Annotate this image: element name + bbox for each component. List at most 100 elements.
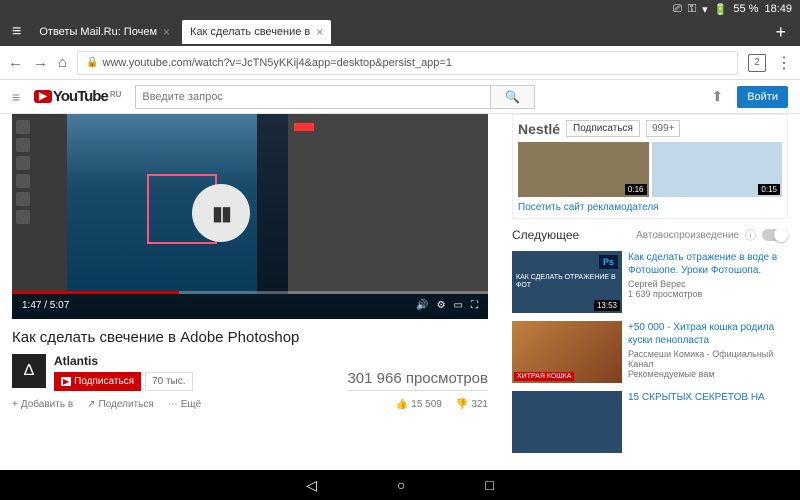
- yt-play-icon: ▶: [34, 90, 52, 103]
- ad-link[interactable]: Посетить сайт рекламодателя: [518, 202, 782, 213]
- wifi-icon: ▾: [702, 3, 708, 16]
- channel-avatar[interactable]: Δ: [12, 354, 46, 388]
- duration-badge: 13:53: [594, 300, 620, 311]
- new-tab-button[interactable]: +: [767, 22, 794, 43]
- close-icon[interactable]: ×: [316, 25, 323, 39]
- ad-thumbnail[interactable]: 0:16: [518, 142, 649, 197]
- browser-url-bar: ← → ⌂ 🔒 www.youtube.com/watch?v=JcTN5yKK…: [0, 46, 800, 80]
- photoshop-panels: [288, 114, 488, 294]
- thumbs-up-icon: 👍: [396, 399, 408, 410]
- ad-subscribe-button[interactable]: Подписаться: [566, 120, 640, 137]
- home-nav-icon[interactable]: ○: [397, 477, 405, 493]
- tab-active[interactable]: Как сделать свечение в ×: [182, 20, 331, 44]
- main-column: ▮▮ 1:47 / 5:07 🔊 ⚙ ▭ ⛶ Как сделать свече…: [0, 114, 500, 500]
- hamburger-icon[interactable]: ≡: [6, 23, 27, 41]
- share-button[interactable]: ↗Поделиться: [87, 399, 154, 410]
- rec-title: +50 000 - Хитрая кошка родила куски пено…: [628, 321, 788, 347]
- thumb-overlay: КАК СДЕЛАТЬ ОТРАЖЕНИЕ В ФОТ: [512, 270, 622, 295]
- fullscreen-icon[interactable]: ⛶: [471, 300, 478, 311]
- rec-views: 1 639 просмотров: [628, 289, 788, 299]
- tab-title: Как сделать свечение в: [190, 26, 310, 38]
- player-controls: 1:47 / 5:07 🔊 ⚙ ▭ ⛶: [12, 291, 488, 319]
- thumbs-down-icon: 👎: [456, 399, 468, 410]
- info-icon[interactable]: ⓘ: [745, 227, 756, 243]
- photoshop-toolbar: [12, 114, 67, 294]
- rec-title: 15 СКРЫТЫХ СЕКРЕТОВ НА: [628, 391, 788, 404]
- recommendation-item[interactable]: ХИТРАЯ КОШКА +50 000 - Хитрая кошка роди…: [512, 321, 788, 383]
- like-button[interactable]: 👍15 509: [396, 399, 442, 410]
- browser-tab-bar: ≡ Ответы Mail.Ru: Почем × Как сделать св…: [0, 18, 800, 46]
- subscribe-label: Подписаться: [74, 376, 134, 387]
- channel-row: Δ Atlantis ▶ Подписаться 70 тыс. 301 966…: [12, 354, 488, 391]
- duration-badge: 0:15: [758, 184, 780, 195]
- lock-icon: 🔒: [86, 57, 98, 68]
- yt-icon: ▶: [61, 377, 71, 386]
- channel-name[interactable]: Atlantis: [54, 354, 339, 368]
- search-button[interactable]: 🔍: [490, 86, 534, 108]
- yt-logo-text: YouTube: [53, 88, 108, 105]
- ps-badge-icon: Ps: [599, 255, 618, 269]
- signin-button[interactable]: Войти: [737, 86, 788, 108]
- search-input[interactable]: [136, 86, 490, 108]
- progress-bar[interactable]: [12, 291, 488, 294]
- theater-icon[interactable]: ▭: [454, 300, 463, 311]
- thumb-label: ХИТРАЯ КОШКА: [514, 372, 574, 381]
- url-input[interactable]: 🔒 www.youtube.com/watch?v=JcTN5yKKij4&ap…: [77, 51, 738, 75]
- android-nav-bar: ◁ ○ □: [0, 470, 800, 500]
- sidebar-column: Nestlé Подписаться 999+ 0:16 0:15 Посети…: [500, 114, 800, 500]
- rec-thumbnail: КАК СДЕЛАТЬ ОТРАЖЕНИЕ В ФОТ Ps 13:53: [512, 251, 622, 313]
- action-row: +Добавить в ↗Поделиться ⋯Ещё 👍15 509 👎32…: [12, 399, 488, 410]
- menu-icon[interactable]: ⋮: [776, 53, 792, 73]
- more-icon: ⋯: [168, 399, 178, 410]
- tab-title: Ответы Mail.Ru: Почем: [39, 26, 157, 38]
- autoplay-toggle[interactable]: [762, 229, 788, 241]
- more-button[interactable]: ⋯Ещё: [168, 399, 201, 410]
- yt-region: RU: [110, 90, 122, 99]
- autoplay-label: Автовоспроизведение: [636, 230, 739, 241]
- android-status-bar: ⎚ ⚿ ▾ 🔋 55 % 18:49: [0, 0, 800, 18]
- ad-box: Nestlé Подписаться 999+ 0:16 0:15 Посети…: [512, 114, 788, 219]
- subscribe-button[interactable]: ▶ Подписаться: [54, 372, 141, 391]
- share-icon: ↗: [87, 399, 95, 410]
- pause-button[interactable]: ▮▮: [192, 184, 250, 242]
- video-player[interactable]: ▮▮ 1:47 / 5:07 🔊 ⚙ ▭ ⛶: [12, 114, 488, 319]
- rec-channel: Рассмеши Комика - Официальный Канал: [628, 349, 788, 369]
- ad-sub-count: 999+: [646, 120, 681, 137]
- search-box: 🔍: [135, 85, 535, 109]
- yt-menu-icon[interactable]: ≡: [12, 89, 20, 105]
- recommendation-item[interactable]: КАК СДЕЛАТЬ ОТРАЖЕНИЕ В ФОТ Ps 13:53 Как…: [512, 251, 788, 313]
- close-icon[interactable]: ×: [163, 25, 170, 39]
- youtube-logo[interactable]: ▶ YouTube RU: [34, 88, 121, 105]
- up-next-label: Следующее: [512, 228, 579, 242]
- battery-percent: 55 %: [733, 3, 758, 15]
- recommendation-item[interactable]: 15 СКРЫТЫХ СЕКРЕТОВ НА: [512, 391, 788, 453]
- upload-icon[interactable]: ⬆: [711, 88, 723, 105]
- back-nav-icon[interactable]: ◁: [306, 477, 317, 494]
- home-icon[interactable]: ⌂: [58, 54, 67, 71]
- tab-inactive[interactable]: Ответы Mail.Ru: Почем ×: [31, 20, 178, 44]
- volume-icon[interactable]: 🔊: [416, 300, 428, 311]
- forward-icon[interactable]: →: [33, 54, 48, 71]
- settings-icon[interactable]: ⚙: [437, 300, 446, 311]
- ad-thumbnail[interactable]: 0:15: [652, 142, 783, 197]
- clock: 18:49: [764, 3, 792, 15]
- cast-icon: ⎚: [673, 3, 682, 16]
- recents-nav-icon[interactable]: □: [485, 477, 493, 493]
- rec-title: Как сделать отражение в воде в Фотошопе.…: [628, 251, 788, 277]
- tab-count-button[interactable]: 2: [748, 54, 766, 72]
- ad-brand[interactable]: Nestlé: [518, 121, 560, 137]
- youtube-header: ≡ ▶ YouTube RU 🔍 ⬆ Войти: [0, 80, 800, 114]
- view-count: 301 966 просмотров: [347, 370, 488, 391]
- battery-icon: 🔋: [714, 3, 728, 16]
- rec-thumbnail: ХИТРАЯ КОШКА: [512, 321, 622, 383]
- key-icon: ⚿: [688, 3, 696, 16]
- back-icon[interactable]: ←: [8, 54, 23, 71]
- add-to-button[interactable]: +Добавить в: [12, 399, 73, 410]
- up-next-header: Следующее Автовоспроизведение ⓘ: [512, 227, 788, 243]
- plus-icon: +: [12, 399, 18, 410]
- rec-views: Рекомендуемые вам: [628, 369, 788, 379]
- sub-count: 70 тыс.: [145, 372, 192, 391]
- video-title: Как сделать свечение в Adobe Photoshop: [12, 329, 488, 346]
- url-text: www.youtube.com/watch?v=JcTN5yKKij4&app=…: [103, 57, 452, 69]
- dislike-button[interactable]: 👎321: [456, 399, 488, 410]
